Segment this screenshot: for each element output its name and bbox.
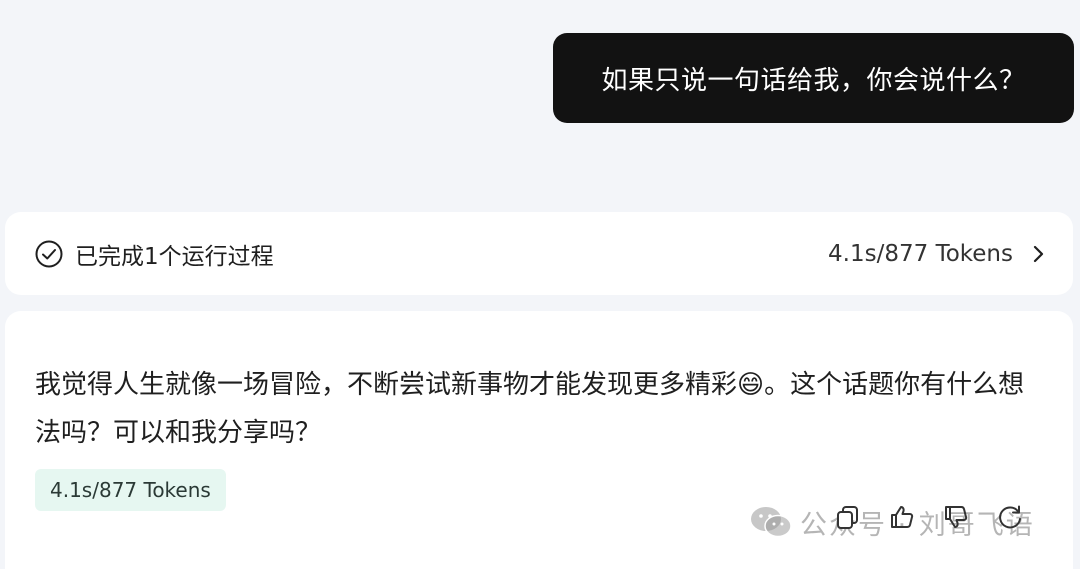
chevron-right-icon[interactable] [1031, 244, 1045, 264]
run-process-summary[interactable]: 已完成1个运行过程 4.1s/877 Tokens [5, 212, 1073, 295]
regenerate-icon[interactable] [996, 503, 1024, 531]
answer-text: 我觉得人生就像一场冒险，不断尝试新事物才能发现更多精彩😄。这个话题你有什么想法吗… [35, 370, 1025, 448]
token-badge: 4.1s/877 Tokens [35, 469, 226, 511]
answer-actions [834, 503, 1024, 531]
copy-icon[interactable] [834, 503, 862, 531]
user-message-text: 如果只说一句话给我，你会说什么？ [601, 65, 1026, 96]
thumbs-up-icon[interactable] [888, 503, 916, 531]
user-message-bubble: 如果只说一句话给我，你会说什么？ [553, 33, 1074, 123]
process-label: 已完成1个运行过程 [75, 243, 274, 270]
check-circle-icon [35, 240, 63, 268]
process-stats: 4.1s/877 Tokens [828, 240, 1013, 267]
thumbs-down-icon[interactable] [942, 503, 970, 531]
